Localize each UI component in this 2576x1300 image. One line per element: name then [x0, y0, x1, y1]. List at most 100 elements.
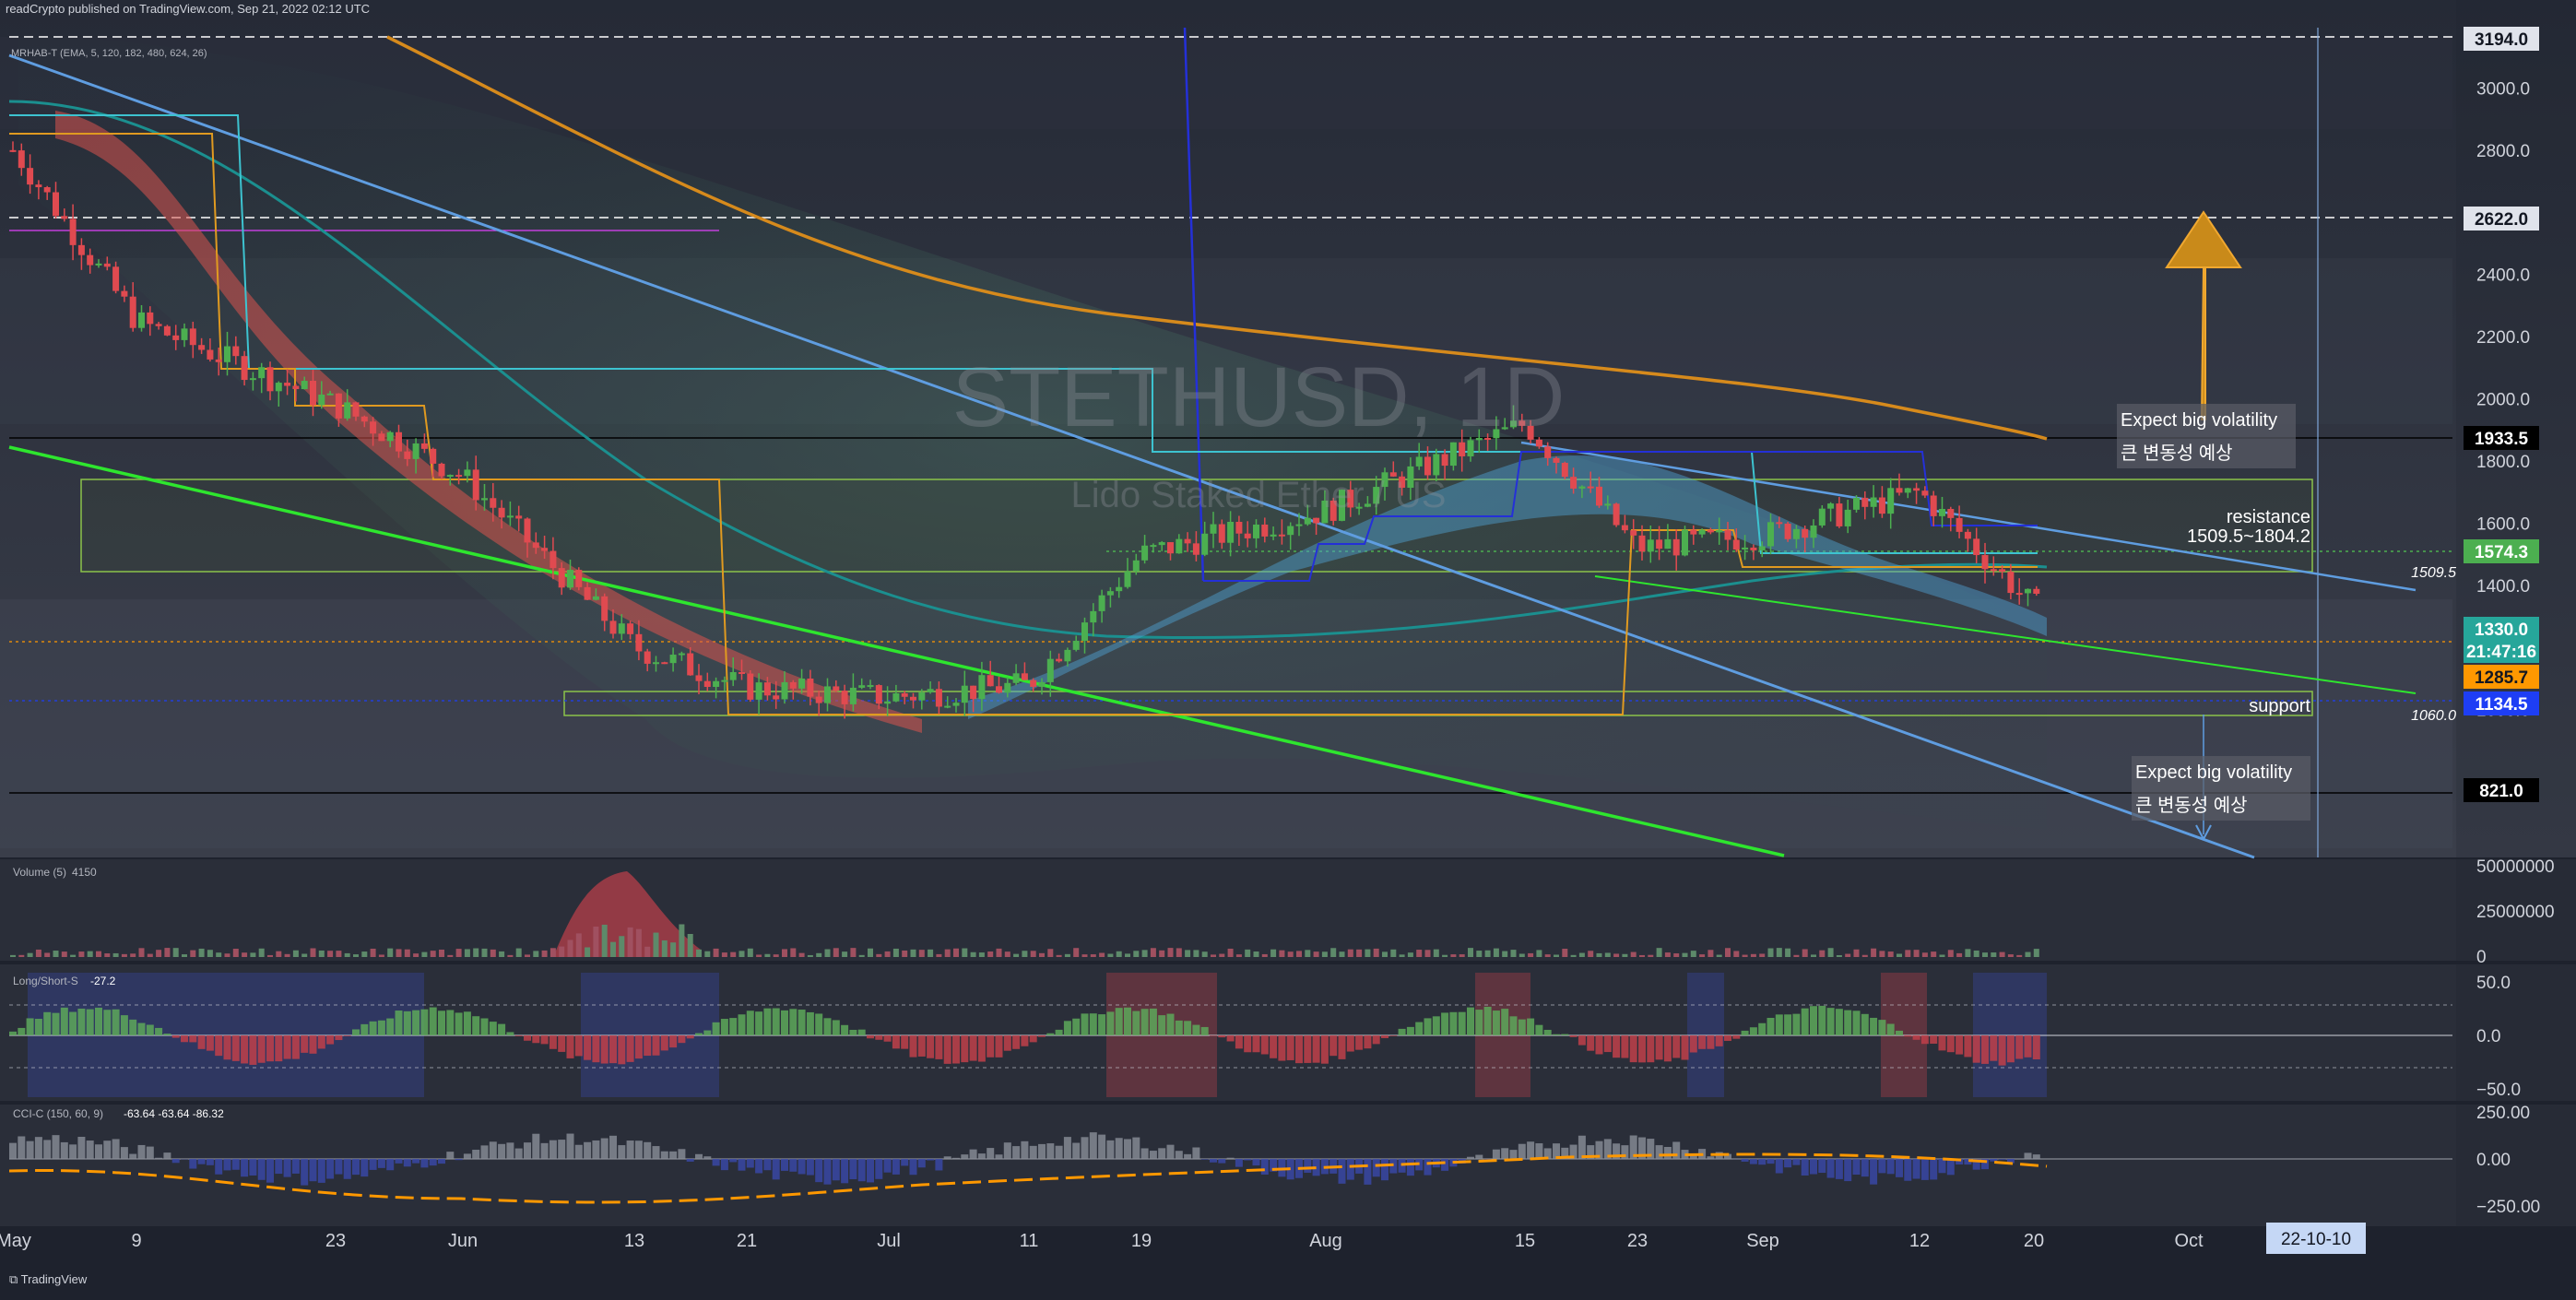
volume-bar [182, 954, 187, 957]
candle-body [1570, 477, 1577, 489]
ls-bar [1630, 1035, 1637, 1062]
ls-bar [284, 1035, 291, 1059]
volume-bar [1176, 948, 1182, 957]
candle-body [1047, 659, 1054, 682]
candle-body [1819, 509, 1826, 526]
candle-body [481, 498, 488, 500]
cci-bar [713, 1159, 720, 1165]
ls-bar [1373, 1035, 1380, 1044]
cci-bar [781, 1159, 788, 1171]
cci-bar [1364, 1159, 1371, 1185]
ls-bar [352, 1029, 360, 1035]
candle-body [970, 686, 976, 699]
cci-bar [1124, 1139, 1131, 1159]
cci-bar [858, 1159, 866, 1181]
volume-bar [405, 950, 410, 957]
candle-body [842, 691, 848, 704]
volume-bar [1039, 953, 1045, 957]
volume-bar [833, 948, 839, 957]
volatility-text-top: Expect big volatility [2121, 410, 2277, 431]
candle-body [1056, 659, 1062, 662]
ls-bar [360, 1024, 368, 1035]
cci-bar [1210, 1159, 1217, 1163]
candle-body [798, 679, 805, 689]
candle-body [987, 675, 994, 686]
ls-bar [112, 1010, 120, 1035]
candle-body [627, 623, 633, 634]
volume-bar [439, 950, 444, 957]
ls-bar [1518, 1020, 1526, 1035]
volume-bar [1314, 951, 1319, 957]
ls-bar [1707, 1035, 1714, 1049]
candle-body [996, 686, 1002, 692]
ls-bar [1021, 1035, 1028, 1046]
cci-bar [644, 1142, 651, 1159]
level-1509-label: 1509.5 [2411, 565, 2456, 581]
volume-bar [610, 942, 616, 957]
cci-bar [944, 1156, 951, 1159]
cci-bar [567, 1134, 574, 1159]
cci-bar [1218, 1159, 1225, 1164]
cci-bar [1535, 1143, 1542, 1159]
ls-bar [1724, 1035, 1731, 1041]
ls-bar [773, 1009, 780, 1035]
candle-body [816, 697, 822, 703]
candle-body [1725, 530, 1731, 539]
cci-bar [1227, 1158, 1235, 1159]
ls-bar [455, 1012, 463, 1035]
cci-bar [824, 1159, 832, 1185]
ls-label: Long/Short-S [13, 975, 78, 987]
ls-bar [386, 1019, 394, 1035]
volume-bar [1785, 949, 1790, 957]
cci-bar [301, 1159, 308, 1186]
volume-bar [1588, 951, 1593, 957]
cci-bar [1844, 1159, 1851, 1181]
ls-bar [1802, 1009, 1809, 1035]
ls-bar [721, 1019, 728, 1035]
support-label: support [2249, 696, 2310, 716]
chart-svg[interactable]: STETHUSD, 1D Lido Staked Ether / US Expe… [0, 0, 2576, 1295]
cci-bar [901, 1159, 908, 1165]
candle-body [1013, 673, 1020, 682]
volume-bar [1125, 953, 1130, 957]
volume-bar [1450, 954, 1456, 957]
cci-bar [446, 1152, 454, 1159]
cci-bar [215, 1159, 222, 1175]
candle-body [1227, 522, 1234, 543]
candle-body [1562, 463, 1568, 477]
volume-bar [525, 954, 530, 957]
ls-bar [1484, 1007, 1492, 1035]
ls-bar [215, 1035, 222, 1056]
ls-bar [310, 1035, 317, 1054]
ls-bar [438, 1010, 445, 1035]
time-tick: 23 [325, 1231, 346, 1251]
volume-bar [542, 951, 548, 957]
ls-bar [1056, 1030, 1063, 1035]
volume-bar [714, 949, 719, 957]
ls-bar [1810, 1006, 1817, 1035]
candle-body [1596, 487, 1602, 506]
volume-bar [345, 953, 350, 957]
volume-bar [96, 951, 101, 957]
volume-bar [250, 952, 255, 957]
candle-body [1167, 542, 1174, 553]
candle-body [258, 367, 265, 378]
cci-bar [678, 1149, 685, 1159]
ls-bar [1664, 1035, 1672, 1061]
ls-bar [181, 1035, 188, 1042]
cci-bar [1253, 1159, 1260, 1165]
candle-body [1861, 498, 1868, 507]
candle-body [455, 475, 462, 477]
candle-body [1022, 673, 1028, 680]
ls-bar [970, 1035, 977, 1061]
ls-bar [1939, 1035, 1946, 1050]
ls-bar [1081, 1013, 1089, 1035]
candle-body [1793, 529, 1800, 539]
candle-body [104, 264, 111, 266]
volume-bar [1862, 955, 1868, 957]
ls-bar [1424, 1018, 1432, 1035]
volume-bar [1031, 951, 1036, 957]
candle-body [1588, 487, 1594, 489]
watermark-name: Lido Staked Ether / US [1071, 475, 1447, 515]
volume-bar [790, 948, 796, 957]
